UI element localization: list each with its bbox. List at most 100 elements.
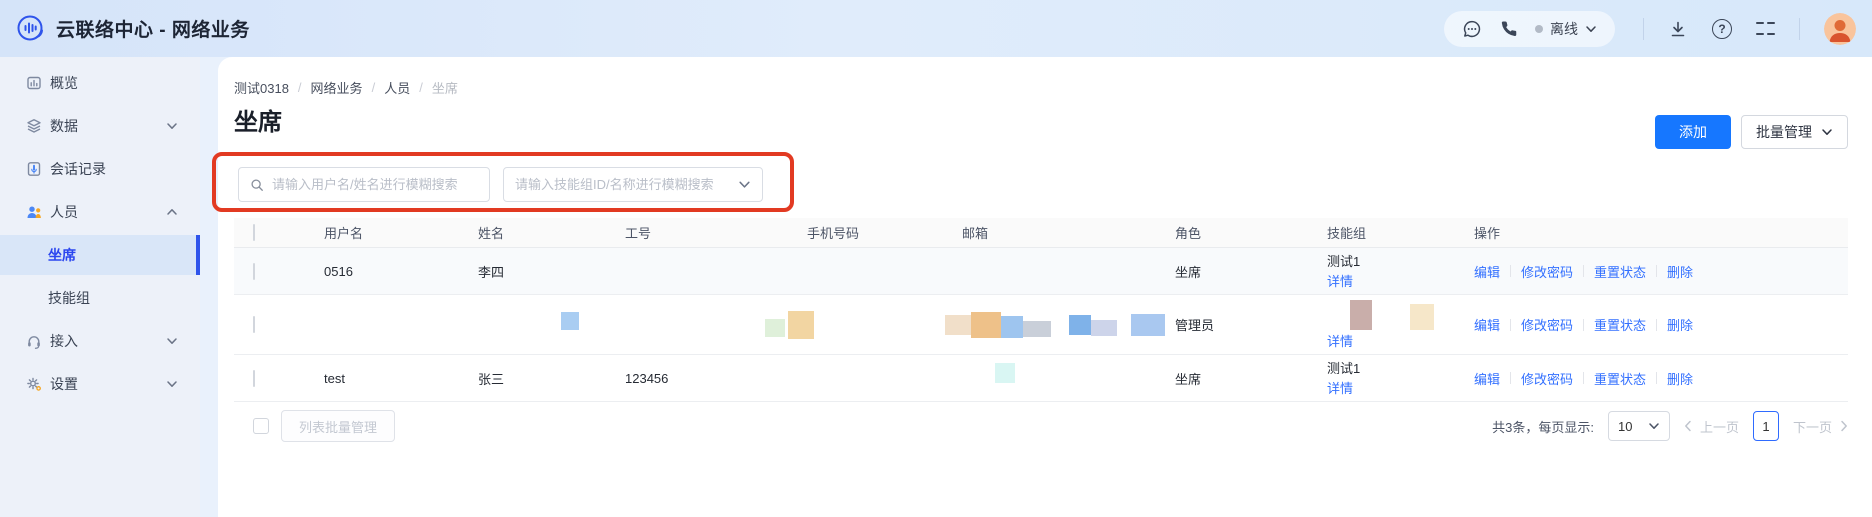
agents-table: 用户名 姓名 工号 手机号码 邮箱 角色 技能组 操作 0516 李四 坐席 测… — [234, 218, 1848, 450]
cell-skill-group: 测试1 详情 — [1327, 253, 1474, 290]
table-row: 0516 李四 坐席 测试1 详情 编辑 修改密码 重置状态 删除 — [234, 248, 1848, 295]
action-reset-status-link[interactable]: 重置状态 — [1594, 369, 1646, 388]
sidebar-subitem-agents[interactable]: 坐席 — [0, 235, 200, 275]
cell-role: 管理员 — [1175, 318, 1215, 333]
detail-link[interactable]: 详情 — [1327, 380, 1474, 397]
action-delete-link[interactable]: 删除 — [1667, 262, 1693, 281]
table-footer: 列表批量管理 共3条，每页显示: 10 上一页 1 下一页 — [234, 402, 1848, 450]
footer-select-checkbox[interactable] — [253, 418, 269, 434]
sidebar-item-overview[interactable]: 概览 — [0, 63, 200, 103]
cell-skill-group: 测试1 详情 — [1327, 360, 1474, 397]
sidebar-item-session-records[interactable]: 会话记录 — [0, 149, 200, 189]
action-change-password-link[interactable]: 修改密码 — [1521, 369, 1573, 388]
action-delete-link[interactable]: 删除 — [1667, 369, 1693, 388]
breadcrumb-item[interactable]: 测试0318 — [234, 78, 289, 97]
detail-link[interactable]: 详情 — [1327, 273, 1474, 290]
action-reset-status-link[interactable]: 重置状态 — [1594, 262, 1646, 281]
column-header-skill-group: 技能组 — [1327, 226, 1367, 241]
breadcrumb-current: 坐席 — [431, 81, 458, 96]
pagination: 共3条，每页显示: 10 上一页 1 下一页 — [1492, 411, 1848, 441]
chevron-down-icon — [1585, 23, 1597, 35]
chevron-down-icon — [166, 120, 178, 132]
cell-skill-group: 详情 — [1327, 299, 1474, 350]
chevron-down-icon — [166, 335, 178, 347]
action-edit-link[interactable]: 编辑 — [1474, 262, 1500, 281]
table-header-row: 用户名 姓名 工号 手机号码 邮箱 角色 技能组 操作 — [234, 218, 1848, 248]
cell-phone — [765, 310, 962, 339]
column-header-name: 姓名 — [478, 226, 505, 241]
header-divider — [1643, 17, 1644, 40]
chevron-down-icon — [166, 378, 178, 390]
cell-employee-id: 123456 — [625, 370, 669, 386]
chevron-right-icon — [1840, 420, 1848, 432]
cell-username: 0516 — [324, 263, 353, 279]
header-divider — [1799, 17, 1800, 40]
row-checkbox[interactable] — [253, 316, 255, 333]
current-page-button[interactable]: 1 — [1752, 411, 1779, 441]
cell-email — [945, 311, 1175, 338]
breadcrumb: 测试0318 / 网络业务 / 人员 / 坐席 — [234, 78, 458, 97]
table-row: 管理员 详情 编辑 修改密码 重置状态 删除 — [234, 295, 1848, 355]
action-delete-link[interactable]: 删除 — [1667, 315, 1693, 334]
action-edit-link[interactable]: 编辑 — [1474, 315, 1500, 334]
next-page-button[interactable]: 下一页 — [1793, 417, 1848, 436]
search-icon — [250, 178, 264, 192]
skill-group-search-field[interactable] — [515, 177, 730, 192]
row-checkbox[interactable] — [253, 369, 255, 387]
column-header-username: 用户名 — [324, 226, 364, 241]
batch-manage-button[interactable]: 批量管理 — [1741, 115, 1848, 149]
table-row: test 张三 123456 坐席 测试1 详情 编辑 修改密码 重置状态 删除 — [234, 355, 1848, 402]
breadcrumb-item[interactable]: 网络业务 — [311, 78, 363, 97]
cell-actions: 编辑 修改密码 重置状态 删除 — [1474, 262, 1848, 281]
total-count-label: 共3条，每页显示: — [1492, 419, 1594, 435]
row-checkbox[interactable] — [253, 262, 255, 280]
skill-group-search-select[interactable] — [503, 167, 763, 202]
content-panel: 测试0318 / 网络业务 / 人员 / 坐席 坐席 添加 批量管理 请输入用户… — [212, 57, 1872, 517]
gear-icon — [26, 376, 42, 392]
cell-username: test — [324, 370, 345, 386]
agent-status-dropdown[interactable]: 离线 — [1535, 19, 1597, 39]
sidebar-item-access[interactable]: 接入 — [0, 321, 200, 361]
breadcrumb-separator: / — [419, 80, 423, 95]
agent-toolbar: 离线 — [1444, 10, 1615, 47]
download-icon[interactable] — [1668, 19, 1688, 39]
detail-link[interactable]: 详情 — [1327, 333, 1474, 350]
column-header-employee-id: 工号 — [625, 226, 652, 241]
page-size-select[interactable]: 10 — [1607, 411, 1670, 441]
brand: 云联络中心 - 网络业务 — [16, 14, 250, 44]
user-search-input[interactable] — [238, 167, 490, 202]
phone-icon[interactable] — [1499, 19, 1518, 38]
chat-icon[interactable] — [1462, 19, 1482, 39]
redacted-mosaic — [995, 363, 1175, 383]
chevron-down-icon — [738, 178, 751, 191]
chevron-left-icon — [1684, 420, 1692, 432]
redacted-mosaic — [945, 311, 1175, 338]
dashboard-icon — [26, 75, 42, 91]
sidebar-subitem-skill-groups[interactable]: 技能组 — [0, 278, 200, 318]
layers-icon — [26, 118, 42, 134]
help-icon[interactable]: ? — [1712, 18, 1732, 39]
sidebar-item-personnel[interactable]: 人员 — [0, 192, 200, 232]
list-batch-manage-button[interactable]: 列表批量管理 — [281, 410, 396, 442]
chevron-down-icon — [1821, 126, 1833, 138]
add-button[interactable]: 添加 — [1655, 115, 1731, 149]
prev-page-button[interactable]: 上一页 — [1684, 417, 1739, 436]
apps-grid-icon[interactable] — [1756, 19, 1775, 38]
column-header-phone: 手机号码 — [807, 226, 860, 241]
sidebar-item-settings[interactable]: 设置 — [0, 364, 200, 404]
action-change-password-link[interactable]: 修改密码 — [1521, 315, 1573, 334]
people-icon — [26, 204, 42, 220]
action-reset-status-link[interactable]: 重置状态 — [1594, 315, 1646, 334]
cell-email — [962, 363, 1175, 383]
status-label: 离线 — [1550, 20, 1578, 37]
cell-role: 坐席 — [1175, 264, 1202, 280]
action-change-password-link[interactable]: 修改密码 — [1521, 262, 1573, 281]
select-all-checkbox[interactable] — [253, 224, 255, 241]
breadcrumb-item[interactable]: 人员 — [384, 78, 410, 97]
user-search-field[interactable] — [272, 177, 478, 192]
avatar[interactable] — [1824, 12, 1856, 45]
action-edit-link[interactable]: 编辑 — [1474, 369, 1500, 388]
breadcrumb-separator: / — [297, 80, 302, 95]
sidebar-item-data[interactable]: 数据 — [0, 106, 200, 146]
redacted-mosaic — [561, 311, 625, 330]
